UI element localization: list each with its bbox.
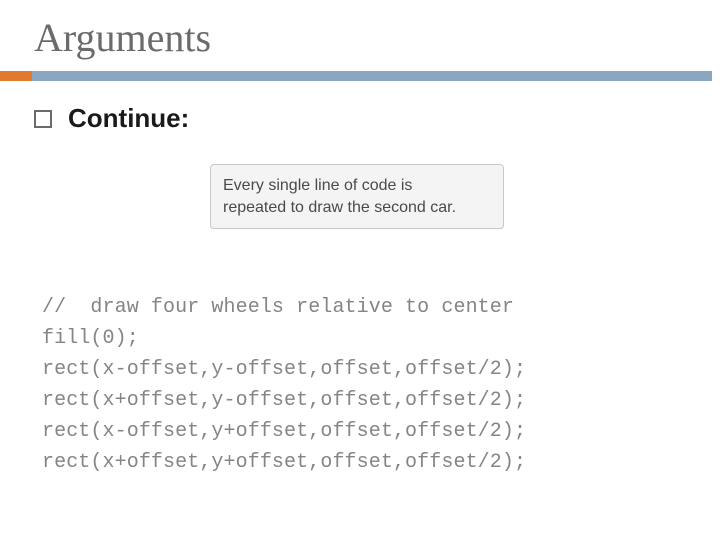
title-divider [0,71,720,81]
code-line: rect(x-offset,y+offset,offset,offset/2); [42,416,526,447]
slide: Arguments Continue: Every single line of… [0,0,720,540]
code-block: // draw four wheels relative to center f… [42,292,526,478]
code-line: fill(0); [42,323,526,354]
body-region: Continue: [0,81,720,134]
square-bullet-icon [34,110,52,128]
divider-bar [32,71,712,81]
callout-box: Every single line of code is repeated to… [210,164,504,229]
bullet-item: Continue: [34,103,686,134]
page-title: Arguments [0,0,720,65]
code-line: rect(x+offset,y+offset,offset,offset/2); [42,447,526,478]
code-line: // draw four wheels relative to center [42,292,526,323]
bullet-label: Continue: [68,103,189,134]
callout-line-2: repeated to draw the second car. [223,197,491,219]
code-line: rect(x-offset,y-offset,offset,offset/2); [42,354,526,385]
callout-line-1: Every single line of code is [223,175,491,197]
code-line: rect(x+offset,y-offset,offset,offset/2); [42,385,526,416]
accent-block [0,71,32,81]
